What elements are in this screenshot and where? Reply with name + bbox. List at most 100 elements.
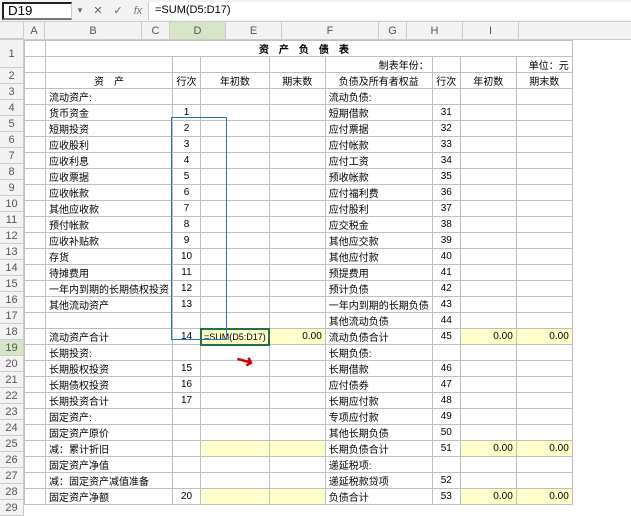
cell-e22[interactable] (269, 377, 325, 393)
cell-g28[interactable]: 52 (432, 473, 460, 489)
cell-f21[interactable]: 长期借款 (325, 361, 432, 377)
cell-h24[interactable] (460, 409, 516, 425)
cell-h9[interactable] (460, 169, 516, 185)
cell-h16[interactable] (460, 281, 516, 297)
cell-b12[interactable]: 预付帐款 (46, 217, 173, 233)
cell-d18[interactable] (201, 313, 270, 329)
cell-g10[interactable]: 36 (432, 185, 460, 201)
cell-d21[interactable] (201, 361, 270, 377)
row-header-23[interactable]: 23 (0, 404, 23, 420)
cell-c15[interactable]: 11 (173, 265, 201, 281)
cell-e27[interactable] (269, 457, 325, 473)
row-header-10[interactable]: 10 (0, 196, 23, 212)
cell-f8[interactable]: 应付工资 (325, 153, 432, 169)
cell-f22[interactable]: 应付债券 (325, 377, 432, 393)
cell-b8[interactable]: 应收利息 (46, 153, 173, 169)
cell-e18[interactable] (269, 313, 325, 329)
cell-b4[interactable]: 流动资产: (46, 89, 173, 105)
cell-g25[interactable]: 50 (432, 425, 460, 441)
cell-i10[interactable] (516, 185, 572, 201)
row-header-8[interactable]: 8 (0, 164, 23, 180)
col-header-c[interactable]: C (142, 22, 170, 39)
cell-e7[interactable] (269, 137, 325, 153)
cell-d13[interactable] (201, 233, 270, 249)
cell-h13[interactable] (460, 233, 516, 249)
cell-d24[interactable] (201, 409, 270, 425)
cell-f28[interactable]: 递延税款贷项 (325, 473, 432, 489)
cell-g5[interactable]: 31 (432, 105, 460, 121)
cell-i21[interactable] (516, 361, 572, 377)
cell-g12[interactable]: 38 (432, 217, 460, 233)
cell-e10[interactable] (269, 185, 325, 201)
cell-c18[interactable] (173, 313, 201, 329)
cell-i11[interactable] (516, 201, 572, 217)
row-header-14[interactable]: 14 (0, 260, 23, 276)
cell-d23[interactable] (201, 393, 270, 409)
cell-e12[interactable] (269, 217, 325, 233)
cell-f4[interactable]: 流动负债: (325, 89, 432, 105)
cell-i15[interactable] (516, 265, 572, 281)
cell-h26[interactable]: 0.00 (460, 441, 516, 457)
cell-i20[interactable] (516, 345, 572, 361)
col-header-e[interactable]: E (226, 22, 282, 39)
cell-h18[interactable] (460, 313, 516, 329)
cell-e21[interactable] (269, 361, 325, 377)
cell-f25[interactable]: 其他长期负债 (325, 425, 432, 441)
cell-e13[interactable] (269, 233, 325, 249)
cell-i14[interactable] (516, 249, 572, 265)
cell-h5[interactable] (460, 105, 516, 121)
cell-c20[interactable] (173, 345, 201, 361)
cell-i24[interactable] (516, 409, 572, 425)
cell-b19[interactable]: 流动资产合计 (46, 329, 173, 345)
cell-g17[interactable]: 43 (432, 297, 460, 313)
cell-b5[interactable]: 货币资金 (46, 105, 173, 121)
cell-e16[interactable] (269, 281, 325, 297)
cell-f19[interactable]: 流动负债合计 (325, 329, 432, 345)
row-header-15[interactable]: 15 (0, 276, 23, 292)
cell-g23[interactable]: 48 (432, 393, 460, 409)
cell-d8[interactable] (201, 153, 270, 169)
cell-g16[interactable]: 42 (432, 281, 460, 297)
cell-c26[interactable] (173, 441, 201, 457)
sheet-title[interactable]: 资产负债表 (46, 41, 573, 57)
cell-b13[interactable]: 应收补贴款 (46, 233, 173, 249)
cell-h4[interactable] (460, 89, 516, 105)
cell-g11[interactable]: 37 (432, 201, 460, 217)
cell-c10[interactable]: 6 (173, 185, 201, 201)
row-header-12[interactable]: 12 (0, 228, 23, 244)
cell-e8[interactable] (269, 153, 325, 169)
hdr-end1[interactable]: 期末数 (269, 73, 325, 89)
cell-d20[interactable] (201, 345, 270, 361)
cell-b27[interactable]: 固定资产净值 (46, 457, 173, 473)
cell-c29[interactable]: 20 (173, 489, 201, 505)
cell-h17[interactable] (460, 297, 516, 313)
cell-c27[interactable] (173, 457, 201, 473)
cell-f18[interactable]: 其他流动负债 (325, 313, 432, 329)
cell-i29[interactable]: 0.00 (516, 489, 572, 505)
cell-h11[interactable] (460, 201, 516, 217)
cell-b9[interactable]: 应收票据 (46, 169, 173, 185)
cell-g7[interactable]: 33 (432, 137, 460, 153)
row-header-1[interactable]: 1 (0, 40, 23, 68)
cell-b14[interactable]: 存货 (46, 249, 173, 265)
cell-h28[interactable] (460, 473, 516, 489)
col-header-a[interactable]: A (24, 22, 45, 39)
cell-h15[interactable] (460, 265, 516, 281)
cell-f13[interactable]: 其他应交款 (325, 233, 432, 249)
cell-f9[interactable]: 预收帐款 (325, 169, 432, 185)
cell-d22[interactable] (201, 377, 270, 393)
cell-e6[interactable] (269, 121, 325, 137)
cell-d26[interactable] (201, 441, 270, 457)
cell-b22[interactable]: 长期债权投资 (46, 377, 173, 393)
cell-i9[interactable] (516, 169, 572, 185)
cell-d11[interactable] (201, 201, 270, 217)
cell-e28[interactable] (269, 473, 325, 489)
cell-d14[interactable] (201, 249, 270, 265)
cell-e25[interactable] (269, 425, 325, 441)
cell-f12[interactable]: 应交税金 (325, 217, 432, 233)
hdr-liab[interactable]: 负债及所有者权益 (325, 73, 432, 89)
cell-d12[interactable] (201, 217, 270, 233)
hdr-end2[interactable]: 期末数 (516, 73, 572, 89)
cell-e14[interactable] (269, 249, 325, 265)
cell-c6[interactable]: 2 (173, 121, 201, 137)
